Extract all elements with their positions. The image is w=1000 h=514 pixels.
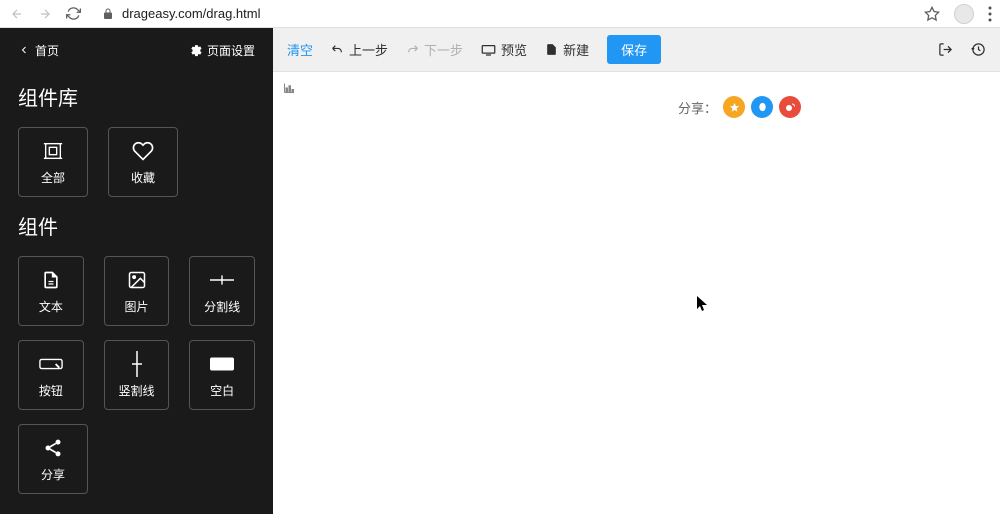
tile-all[interactable]: 全部 xyxy=(18,127,88,197)
tile-button[interactable]: 按钮 xyxy=(18,340,84,410)
save-label: 保存 xyxy=(621,43,647,58)
library-title: 组件库 xyxy=(18,82,255,111)
page-settings-link[interactable]: 页面设置 xyxy=(189,42,255,59)
history-icon[interactable] xyxy=(971,42,986,57)
sidebar: 首页 页面设置 组件库 全部 收藏 组件 xyxy=(0,28,273,514)
export-icon[interactable] xyxy=(938,42,953,57)
select-all-icon xyxy=(41,139,65,163)
share-label: 分享： xyxy=(678,98,717,117)
tile-divider-v[interactable]: 竖割线 xyxy=(104,340,170,410)
main: 清空 上一步 下一步 预览 新建 保存 xyxy=(273,28,1000,514)
home-label: 首页 xyxy=(35,42,59,59)
kebab-menu-icon[interactable] xyxy=(988,6,992,22)
tile-text[interactable]: 文本 xyxy=(18,256,84,326)
preview-label: 预览 xyxy=(501,40,527,59)
undo-label: 上一步 xyxy=(349,40,388,59)
image-icon xyxy=(125,268,149,292)
library-tiles: 全部 收藏 xyxy=(18,127,255,197)
tile-share[interactable]: 分享 xyxy=(18,424,88,494)
back-button[interactable] xyxy=(8,5,26,23)
canvas[interactable]: 分享： xyxy=(273,72,1000,514)
sidebar-top: 首页 页面设置 xyxy=(18,28,255,72)
heart-icon xyxy=(131,139,155,163)
share-qq-icon[interactable] xyxy=(751,96,773,118)
redo-label: 下一步 xyxy=(424,40,463,59)
tile-label: 收藏 xyxy=(131,169,155,186)
share-widget: 分享： xyxy=(678,96,801,118)
tile-label: 文本 xyxy=(39,298,63,315)
components-title: 组件 xyxy=(18,211,255,240)
tile-divider-h[interactable]: 分割线 xyxy=(189,256,255,326)
preview-button[interactable]: 预览 xyxy=(481,40,527,59)
toolbar: 清空 上一步 下一步 预览 新建 保存 xyxy=(273,28,1000,72)
tile-label: 图片 xyxy=(125,298,149,315)
home-link[interactable]: 首页 xyxy=(18,42,59,59)
toolbar-right xyxy=(938,42,986,57)
save-button[interactable]: 保存 xyxy=(607,35,661,64)
clear-button[interactable]: 清空 xyxy=(287,40,313,59)
divider-h-icon xyxy=(210,268,234,292)
clear-label: 清空 xyxy=(287,40,313,59)
new-button[interactable]: 新建 xyxy=(545,40,589,59)
chart-icon xyxy=(283,82,295,94)
bookmark-star-icon[interactable] xyxy=(924,6,940,22)
tile-label: 分割线 xyxy=(204,298,240,315)
app-root: 首页 页面设置 组件库 全部 收藏 组件 xyxy=(0,28,1000,514)
components-row-2: 按钮 竖割线 空白 xyxy=(18,340,255,410)
tile-blank[interactable]: 空白 xyxy=(189,340,255,410)
tile-label: 按钮 xyxy=(39,382,63,399)
page-settings-label: 页面设置 xyxy=(207,42,255,59)
components-row-1: 文本 图片 分割线 xyxy=(18,256,255,326)
browser-chrome: drageasy.com/drag.html xyxy=(0,0,1000,28)
tile-image[interactable]: 图片 xyxy=(104,256,170,326)
tile-label: 竖割线 xyxy=(119,382,155,399)
browser-right xyxy=(924,4,992,24)
button-icon xyxy=(39,352,63,376)
mouse-cursor-icon xyxy=(697,296,709,312)
tile-favorites[interactable]: 收藏 xyxy=(108,127,178,197)
tile-label: 空白 xyxy=(210,382,234,399)
profile-avatar[interactable] xyxy=(954,4,974,24)
file-text-icon xyxy=(39,268,63,292)
forward-button[interactable] xyxy=(36,5,54,23)
reload-button[interactable] xyxy=(64,5,82,23)
undo-button[interactable]: 上一步 xyxy=(331,40,388,59)
components-row-3: 分享 xyxy=(18,424,255,494)
redo-button[interactable]: 下一步 xyxy=(406,40,463,59)
blank-icon xyxy=(210,352,234,376)
url-text: drageasy.com/drag.html xyxy=(122,6,261,21)
tile-label: 分享 xyxy=(41,466,65,483)
new-label: 新建 xyxy=(563,40,589,59)
lock-icon xyxy=(102,8,114,20)
share-weibo-icon[interactable] xyxy=(779,96,801,118)
tile-label: 全部 xyxy=(41,169,65,186)
divider-v-icon xyxy=(125,352,149,376)
share-qzone-icon[interactable] xyxy=(723,96,745,118)
share-icon xyxy=(41,436,65,460)
url-bar[interactable]: drageasy.com/drag.html xyxy=(92,3,914,25)
